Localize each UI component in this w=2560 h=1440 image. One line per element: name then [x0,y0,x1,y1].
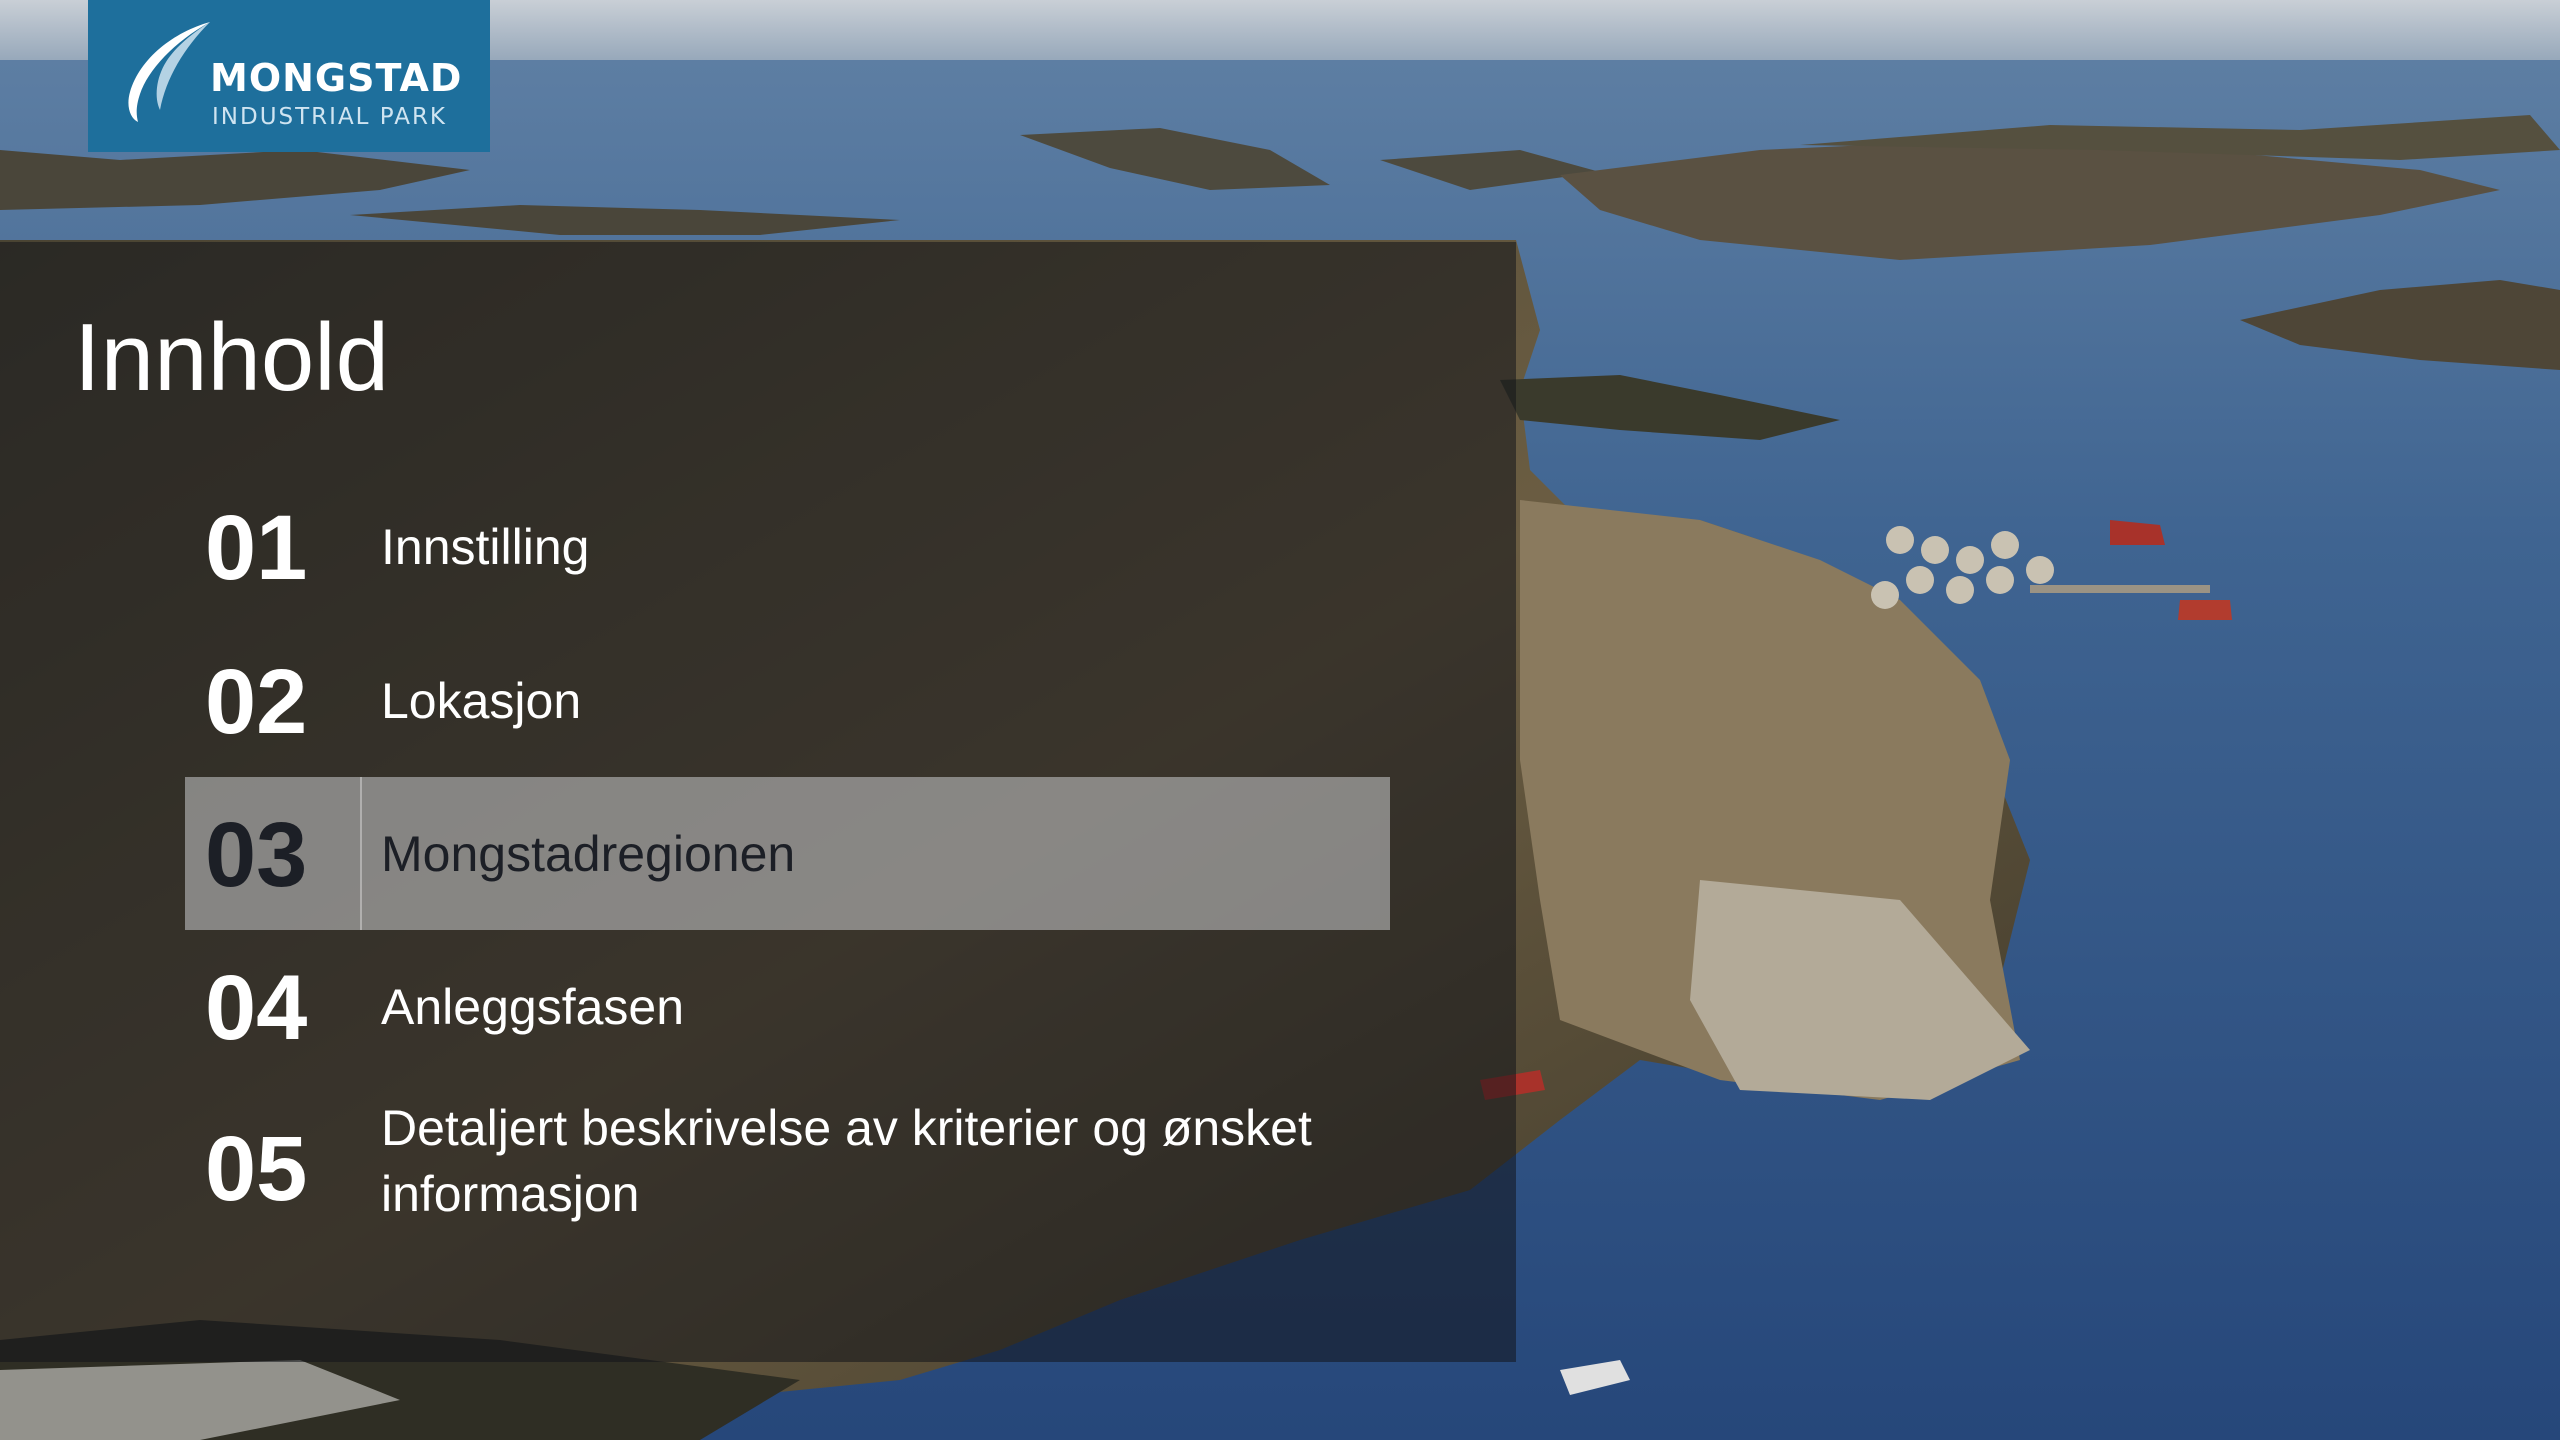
toc-item-lokasjon[interactable]: 02 Lokasjon [185,624,1390,777]
toc-number: 05 [205,1118,308,1220]
toc-label: Anleggsfasen [381,979,685,1035]
toc-number: 01 [205,497,308,599]
toc-label: Mongstadregionen [381,826,796,882]
toc-item-innstilling[interactable]: 01 Innstilling [185,470,1390,623]
logo-name: MONGSTAD [210,56,463,100]
slide: MONGSTAD INDUSTRIAL PARK Innhold 01 Inns… [0,0,2560,1440]
toc-item-detaljert-beskrivelse[interactable]: 05 Detaljert beskrivelse av kriterier og… [185,1083,1390,1233]
toc-item-mongstadregionen[interactable]: 03 Mongstadregionen [185,777,1390,930]
toc-label: Innstilling [381,519,590,575]
toc-label: Lokasjon [381,673,582,729]
toc-number: 03 [205,804,308,906]
logo-subtitle: INDUSTRIAL PARK [212,104,448,130]
toc-label: Detaljert beskrivelse av kriterier og øn… [381,1100,1312,1222]
toc-number: 02 [205,651,308,753]
toc-item-anleggsfasen[interactable]: 04 Anleggsfasen [185,930,1390,1083]
page-title: Innhold [74,304,389,411]
toc-number: 04 [205,957,308,1059]
row-divider [360,777,362,930]
sail-swoosh-icon [128,22,210,122]
mongstad-logo[interactable]: MONGSTAD INDUSTRIAL PARK [88,0,490,152]
